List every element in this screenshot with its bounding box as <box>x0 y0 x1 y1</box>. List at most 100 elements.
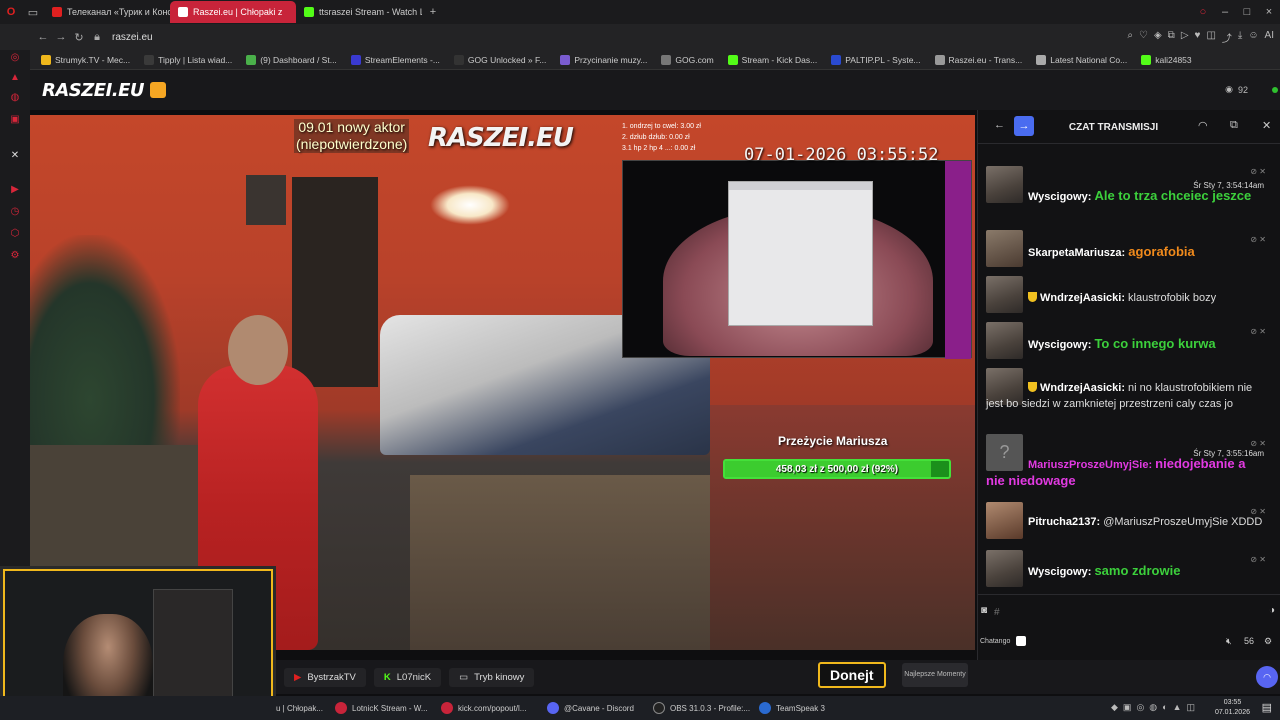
mute-icon[interactable]: 🔇︎ <box>1226 636 1232 647</box>
bookmark-item[interactable]: Latest National Co... <box>1031 54 1132 65</box>
bookmark-item[interactable]: Strumyk.TV - Mec... <box>36 54 135 65</box>
system-clock[interactable]: 03:55 07.01.2026 <box>1215 698 1250 718</box>
discord-icon[interactable]: ◠ <box>1256 666 1278 688</box>
opera-logo-icon[interactable]: O <box>0 0 22 24</box>
search-tabs-icon[interactable]: ○ <box>1192 0 1214 24</box>
bookmark-item[interactable]: kali24853 <box>1136 54 1196 65</box>
taskbar-item[interactable]: @Cavane - Discord <box>541 696 647 720</box>
user-avatar[interactable] <box>986 230 1023 267</box>
url-field[interactable]: raszei.eu <box>112 32 153 43</box>
new-tab-icon[interactable]: + <box>422 0 444 24</box>
settings-icon[interactable]: ⚙ <box>1264 636 1272 647</box>
message-author[interactable]: SkarpetaMariusza <box>1028 247 1122 259</box>
chatango-logo-icon[interactable] <box>1016 636 1026 646</box>
settings-icon[interactable]: ⚙ <box>9 250 21 262</box>
tab-menu-icon[interactable]: ▭ <box>22 0 44 24</box>
camera-icon[interactable]: ◙ <box>981 605 987 616</box>
messenger-icon[interactable]: ▲ <box>9 72 21 84</box>
message-author[interactable]: WndrzejAasicki <box>1040 382 1121 394</box>
chat-title: CZAT TRANSMISJI <box>1068 122 1159 133</box>
message-author[interactable]: MariuszProszeUmyjSie <box>1028 459 1148 471</box>
bookmark-item[interactable]: Przycinanie muzy... <box>555 54 652 65</box>
maximize-icon[interactable]: □ <box>1236 0 1258 24</box>
windows-taskbar: u | Chłopak... LotnicK Stream - W... kic… <box>0 696 1280 720</box>
cinema-mode-button[interactable]: ▭ Tryb kinowy <box>449 667 535 687</box>
minimize-icon[interactable]: – <box>1214 0 1236 24</box>
close-icon[interactable]: × <box>1258 0 1280 24</box>
system-tray-icons[interactable]: ◆▣◎◍◐▲◫ <box>1111 702 1200 713</box>
taskbar-item[interactable]: u | Chłopak... <box>0 696 329 720</box>
profile-icon[interactable]: ☺ <box>1248 30 1258 45</box>
overlay-logo: RASZEI.EU <box>428 123 574 153</box>
whatsapp-icon[interactable]: ◍ <box>9 92 21 104</box>
camera-icon[interactable]: ◫ <box>1206 30 1215 45</box>
site-menu-icon[interactable] <box>150 82 166 98</box>
download-icon[interactable]: ⤓ <box>1238 30 1242 45</box>
extensions-icon[interactable]: ⧉ <box>1168 30 1175 45</box>
viewer-count: ◉ 92 <box>1225 84 1248 95</box>
message-content: Pitrucha2137: @MariuszProszeUmyjSie XDDD <box>1028 516 1263 528</box>
bookmark-item[interactable]: Tipply | Lista wiad... <box>139 54 237 65</box>
browser-tab-2[interactable]: Raszei.eu | Chłopaki z <box>170 1 296 23</box>
person-head <box>228 315 288 385</box>
bookmark-item[interactable]: (9) Dashboard / St... <box>241 54 342 65</box>
bookmark-item[interactable]: Stream - Kick Das... <box>723 54 823 65</box>
zoom-icon[interactable]: ⌕ <box>1127 30 1133 45</box>
message-author[interactable]: WndrzejAasicki <box>1040 292 1121 304</box>
taskbar-item[interactable]: OBS 31.0.3 - Profile:... <box>647 696 753 720</box>
chat-message: ? ⊘ ✕ Śr Sty 7, 3:55:16am MariuszProszeU… <box>984 432 1272 494</box>
browser-tab-bar: O ▭ Телеканал «Турик и Конс Raszei.eu | … <box>0 0 1280 24</box>
bookmark-icon[interactable]: ♡ <box>1139 30 1148 45</box>
user-avatar[interactable] <box>986 550 1023 587</box>
chat-close-icon[interactable]: ✕ <box>1262 119 1271 132</box>
extensions-sidebar-icon[interactable]: ⬡ <box>9 228 21 240</box>
bookmark-item[interactable]: StreamElements -... <box>346 54 445 65</box>
message-author[interactable]: Wyscigowy <box>1028 191 1088 203</box>
share-icon[interactable]: ⤴ <box>1222 30 1232 45</box>
heart-icon[interactable]: ♥ <box>1195 30 1201 45</box>
volume-value: 56 <box>1244 636 1255 646</box>
bookmark-item[interactable]: GOG Unlocked » F... <box>449 54 551 65</box>
bookmark-item[interactable]: PALTIP.PL - Syste... <box>826 54 925 65</box>
kick-channel-button[interactable]: K L07nicK <box>373 667 442 687</box>
best-moments-button[interactable]: Najlepsze Momenty <box>902 663 968 687</box>
bookmark-item[interactable]: GOG.com <box>656 54 718 65</box>
player-sidebar-icon[interactable]: ▶ <box>9 184 21 196</box>
notifications-icon[interactable]: ▤ <box>1262 701 1272 714</box>
reload-icon[interactable]: ↻ <box>70 31 88 44</box>
player-icon[interactable]: ▷ <box>1181 30 1189 45</box>
chat-message: ⊘ ✕ Wyscigowy: To co innego kurwa <box>984 320 1272 360</box>
youtube-channel-button[interactable]: ▶ BystrzakTV <box>284 667 366 687</box>
message-author[interactable]: Wyscigowy <box>1028 339 1088 351</box>
taskbar-item[interactable]: TeamSpeak 3 <box>753 696 859 720</box>
bookmark-favicon <box>1036 54 1047 65</box>
taskbar-item[interactable]: kick.com/popout/l... <box>435 696 541 720</box>
instagram-icon[interactable]: ▣ <box>9 114 21 126</box>
user-avatar[interactable] <box>986 322 1023 359</box>
chat-input[interactable] <box>994 601 1264 623</box>
x-twitter-icon[interactable]: ✕ <box>9 150 21 162</box>
browser-tab-3[interactable]: ttsraszei Stream - Watch L <box>296 1 422 23</box>
site-logo[interactable]: RASZEI.EU <box>42 80 145 101</box>
history-icon[interactable]: ◷ <box>9 206 21 218</box>
bookmark-item[interactable]: Raszei.eu - Trans... <box>930 54 1028 65</box>
chat-discord-icon[interactable]: ◠ <box>1198 119 1208 132</box>
taskbar-item[interactable]: LotnicK Stream - W... <box>329 696 435 720</box>
donor-list: 1. ondrzej to cwel: 3.00 zł 2. dzłub dzł… <box>622 123 701 152</box>
ai-icon[interactable]: AI <box>1265 30 1274 45</box>
message-author[interactable]: Pitrucha2137 <box>1028 516 1096 528</box>
donate-button[interactable]: Donejt <box>818 662 886 688</box>
pip-window-titlebar <box>729 182 872 190</box>
emoji-icon[interactable]: ◑ <box>1269 605 1275 616</box>
browser-tab-1[interactable]: Телеканал «Турик и Конс <box>44 1 170 23</box>
aria-icon[interactable]: ◎ <box>9 52 21 64</box>
user-avatar[interactable] <box>986 502 1023 539</box>
forward-icon[interactable]: → <box>52 31 70 43</box>
chat-popout-icon[interactable]: ⧉ <box>1230 119 1238 132</box>
bookmark-favicon <box>661 54 672 65</box>
user-avatar[interactable] <box>986 276 1023 313</box>
back-icon[interactable]: ← <box>34 31 52 43</box>
adblock-icon[interactable]: ◈ <box>1154 30 1162 45</box>
message-author[interactable]: Wyscigowy <box>1028 566 1088 578</box>
chatango-label[interactable]: Chatango <box>980 638 1010 645</box>
